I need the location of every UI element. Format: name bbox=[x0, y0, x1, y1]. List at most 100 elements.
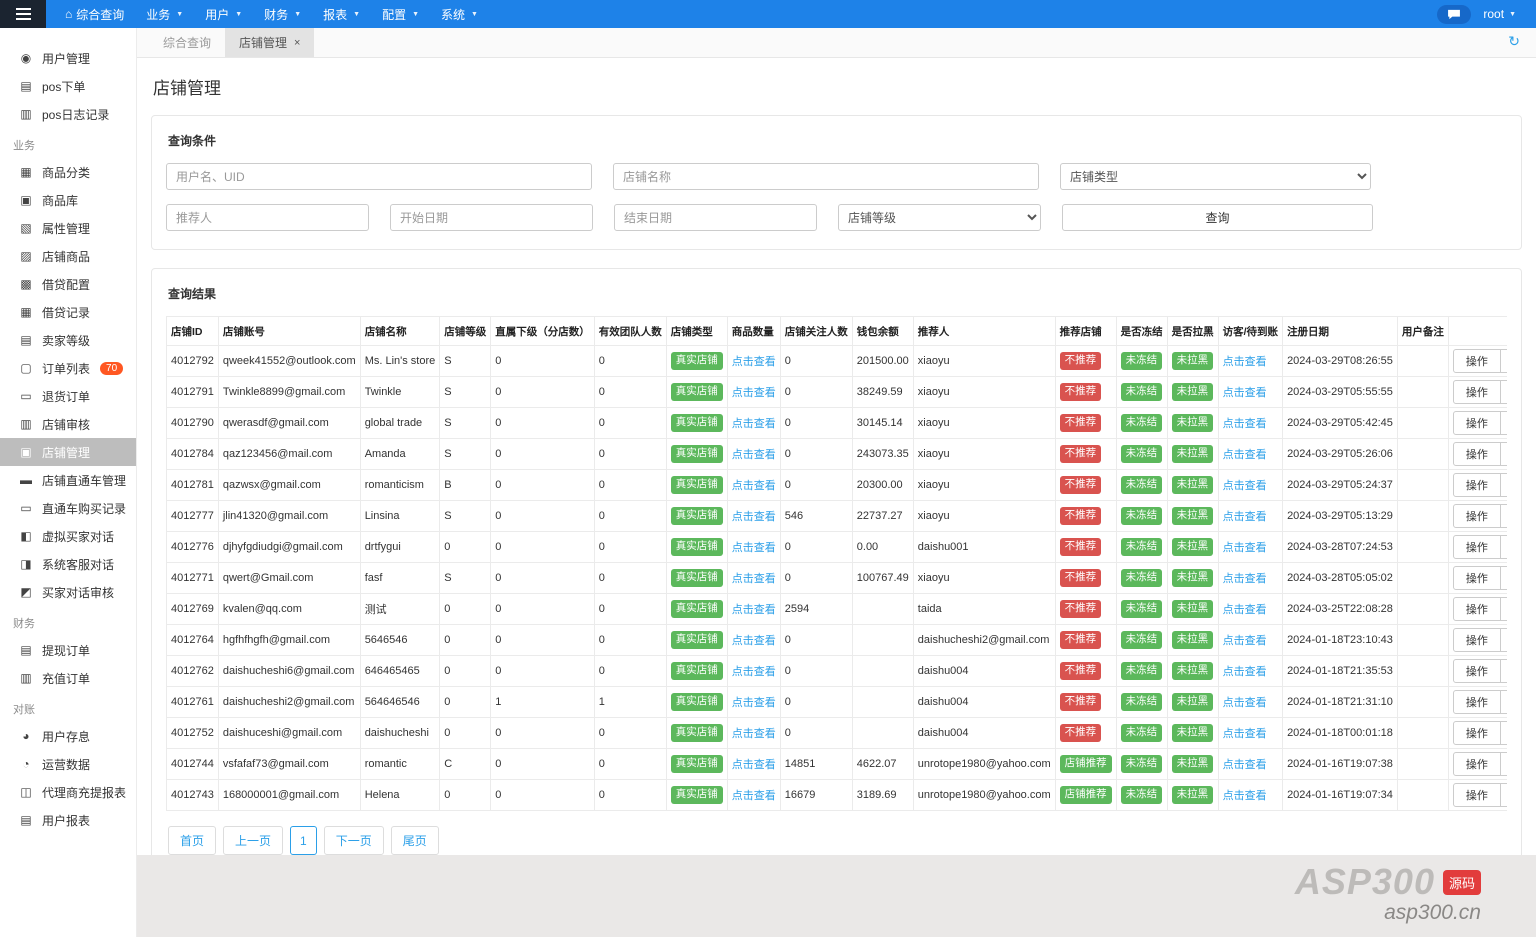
action-caret-button[interactable]: ▼ bbox=[1500, 628, 1507, 652]
goods-view-link[interactable]: 点击查看 bbox=[732, 790, 776, 802]
shop-level-select[interactable]: 店铺等级 bbox=[838, 204, 1041, 231]
sidebar-item[interactable]: ◉ 用户管理 bbox=[0, 44, 136, 72]
goods-view-link[interactable]: 点击查看 bbox=[732, 697, 776, 709]
sidebar-item[interactable]: ▭ 直通车购买记录 bbox=[0, 494, 136, 522]
sidebar-item[interactable]: ▤ 提现订单 bbox=[0, 636, 136, 664]
action-button[interactable]: 操作 bbox=[1452, 721, 1501, 745]
visitors-view-link[interactable]: 点击查看 bbox=[1223, 542, 1267, 554]
end-date-input[interactable] bbox=[614, 204, 817, 231]
sidebar-item[interactable]: ▧ 属性管理 bbox=[0, 214, 136, 242]
sidebar-item[interactable]: ▥ 店铺审核 bbox=[0, 410, 136, 438]
visitors-view-link[interactable]: 点击查看 bbox=[1223, 759, 1267, 771]
sidebar-item[interactable]: ◔ 运营数据 bbox=[0, 750, 136, 778]
visitors-view-link[interactable]: 点击查看 bbox=[1223, 790, 1267, 802]
action-button[interactable]: 操作 bbox=[1452, 628, 1501, 652]
action-caret-button[interactable]: ▼ bbox=[1500, 411, 1507, 435]
tab-1[interactable]: 综合查询 bbox=[149, 28, 225, 57]
goods-view-link[interactable]: 点击查看 bbox=[732, 666, 776, 678]
action-button[interactable]: 操作 bbox=[1452, 783, 1501, 807]
action-caret-button[interactable]: ▼ bbox=[1500, 721, 1507, 745]
tab-2[interactable]: 店铺管理 × bbox=[225, 28, 315, 57]
start-date-input[interactable] bbox=[390, 204, 593, 231]
visitors-view-link[interactable]: 点击查看 bbox=[1223, 480, 1267, 492]
action-button[interactable]: 操作 bbox=[1452, 659, 1501, 683]
goods-view-link[interactable]: 点击查看 bbox=[732, 480, 776, 492]
action-caret-button[interactable]: ▼ bbox=[1500, 566, 1507, 590]
goods-view-link[interactable]: 点击查看 bbox=[732, 356, 776, 368]
action-button[interactable]: 操作 bbox=[1452, 690, 1501, 714]
action-caret-button[interactable]: ▼ bbox=[1500, 349, 1507, 373]
sidebar-item[interactable]: ▥ pos日志记录 bbox=[0, 100, 136, 128]
sidebar-item[interactable]: ◩ 买家对话审核 bbox=[0, 578, 136, 606]
sidebar-item[interactable]: ▢ 订单列表 70 bbox=[0, 354, 136, 382]
action-caret-button[interactable]: ▼ bbox=[1500, 659, 1507, 683]
sidebar-toggle-button[interactable] bbox=[0, 0, 46, 28]
sidebar-item[interactable]: ◧ 虚拟买家对话 bbox=[0, 522, 136, 550]
sidebar-item[interactable]: ▣ 商品库 bbox=[0, 186, 136, 214]
goods-view-link[interactable]: 点击查看 bbox=[732, 573, 776, 585]
action-caret-button[interactable]: ▼ bbox=[1500, 504, 1507, 528]
visitors-view-link[interactable]: 点击查看 bbox=[1223, 573, 1267, 585]
user-menu[interactable]: root ▼ bbox=[1483, 7, 1516, 21]
refresh-icon[interactable]: ↻ bbox=[1508, 33, 1520, 50]
shop-name-input[interactable] bbox=[613, 163, 1039, 190]
goods-view-link[interactable]: 点击查看 bbox=[732, 728, 776, 740]
visitors-view-link[interactable]: 点击查看 bbox=[1223, 418, 1267, 430]
action-button[interactable]: 操作 bbox=[1452, 535, 1501, 559]
nav-item-2[interactable]: 用户 ▼ bbox=[194, 0, 253, 28]
action-button[interactable]: 操作 bbox=[1452, 349, 1501, 373]
action-caret-button[interactable]: ▼ bbox=[1500, 752, 1507, 776]
action-button[interactable]: 操作 bbox=[1452, 442, 1501, 466]
goods-view-link[interactable]: 点击查看 bbox=[732, 635, 776, 647]
pagination-prev[interactable]: 上一页 bbox=[223, 826, 284, 855]
close-icon[interactable]: × bbox=[294, 37, 300, 49]
goods-view-link[interactable]: 点击查看 bbox=[732, 511, 776, 523]
pagination-first[interactable]: 首页 bbox=[168, 826, 217, 855]
goods-view-link[interactable]: 点击查看 bbox=[732, 418, 776, 430]
action-button[interactable]: 操作 bbox=[1452, 566, 1501, 590]
pagination-next[interactable]: 下一页 bbox=[323, 826, 384, 855]
nav-item-5[interactable]: 配置 ▼ bbox=[371, 0, 430, 28]
sidebar-item[interactable]: ▤ 卖家等级 bbox=[0, 326, 136, 354]
search-button[interactable]: 查询 bbox=[1062, 204, 1373, 231]
sidebar-item[interactable]: ▥ 充值订单 bbox=[0, 664, 136, 692]
action-button[interactable]: 操作 bbox=[1452, 380, 1501, 404]
nav-item-1[interactable]: 业务 ▼ bbox=[135, 0, 194, 28]
referrer-input[interactable] bbox=[166, 204, 369, 231]
chat-button[interactable] bbox=[1437, 4, 1472, 24]
pagination-last[interactable]: 尾页 bbox=[390, 826, 439, 855]
goods-view-link[interactable]: 点击查看 bbox=[732, 604, 776, 616]
nav-item-4[interactable]: 报表 ▼ bbox=[312, 0, 371, 28]
sidebar-item[interactable]: ◨ 系统客服对话 bbox=[0, 550, 136, 578]
action-caret-button[interactable]: ▼ bbox=[1500, 690, 1507, 714]
sidebar-item[interactable]: ▨ 店铺商品 bbox=[0, 242, 136, 270]
action-button[interactable]: 操作 bbox=[1452, 597, 1501, 621]
visitors-view-link[interactable]: 点击查看 bbox=[1223, 666, 1267, 678]
goods-view-link[interactable]: 点击查看 bbox=[732, 387, 776, 399]
visitors-view-link[interactable]: 点击查看 bbox=[1223, 449, 1267, 461]
sidebar-item[interactable]: ▩ 借贷配置 bbox=[0, 270, 136, 298]
sidebar-item[interactable]: ◕ 用户存息 bbox=[0, 722, 136, 750]
goods-view-link[interactable]: 点击查看 bbox=[732, 542, 776, 554]
pagination-page-1[interactable]: 1 bbox=[290, 826, 317, 855]
visitors-view-link[interactable]: 点击查看 bbox=[1223, 604, 1267, 616]
shop-type-select[interactable]: 店铺类型 bbox=[1060, 163, 1371, 190]
action-caret-button[interactable]: ▼ bbox=[1500, 535, 1507, 559]
action-button[interactable]: 操作 bbox=[1452, 752, 1501, 776]
action-caret-button[interactable]: ▼ bbox=[1500, 783, 1507, 807]
visitors-view-link[interactable]: 点击查看 bbox=[1223, 387, 1267, 399]
action-button[interactable]: 操作 bbox=[1452, 473, 1501, 497]
sidebar-item[interactable]: ▣ 店铺管理 bbox=[0, 438, 136, 466]
action-caret-button[interactable]: ▼ bbox=[1500, 442, 1507, 466]
action-button[interactable]: 操作 bbox=[1452, 411, 1501, 435]
nav-item-3[interactable]: 财务 ▼ bbox=[253, 0, 312, 28]
visitors-view-link[interactable]: 点击查看 bbox=[1223, 635, 1267, 647]
visitors-view-link[interactable]: 点击查看 bbox=[1223, 728, 1267, 740]
sidebar-item[interactable]: ◫ 代理商充提报表 bbox=[0, 778, 136, 806]
sidebar-item[interactable]: ▭ 退货订单 bbox=[0, 382, 136, 410]
action-caret-button[interactable]: ▼ bbox=[1500, 597, 1507, 621]
nav-item-home[interactable]: ⌂ 综合查询 bbox=[54, 0, 135, 28]
username-input[interactable] bbox=[166, 163, 592, 190]
sidebar-item[interactable]: ▤ 用户报表 bbox=[0, 806, 136, 834]
nav-item-6[interactable]: 系统 ▼ bbox=[430, 0, 489, 28]
